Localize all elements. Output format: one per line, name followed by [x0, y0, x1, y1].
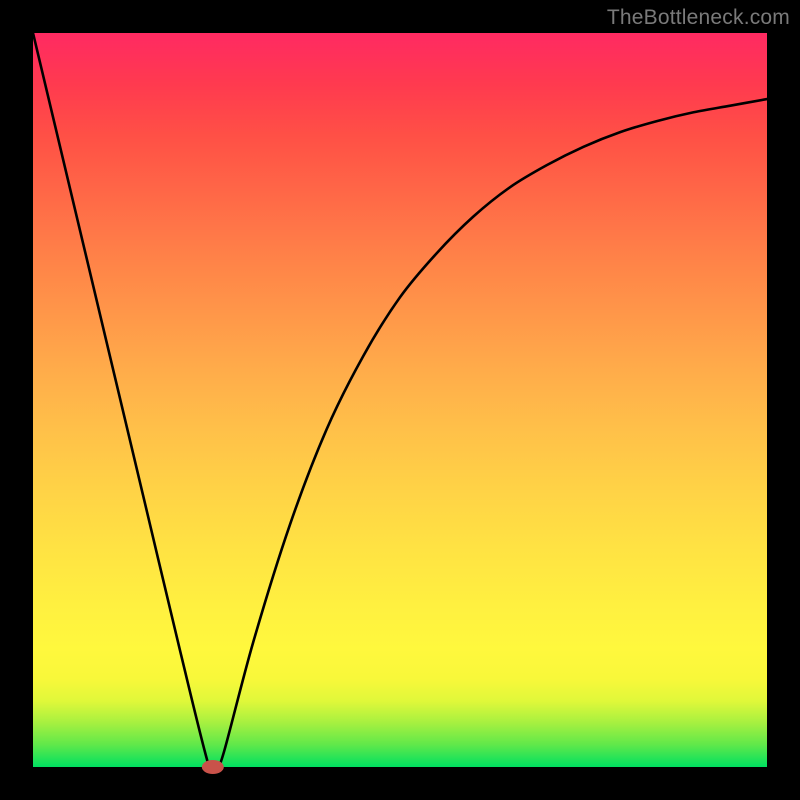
- curve-line: [33, 33, 767, 776]
- plot-area: [33, 33, 767, 767]
- chart-svg: [33, 33, 767, 767]
- chart-frame: TheBottleneck.com: [0, 0, 800, 800]
- attribution-text: TheBottleneck.com: [607, 6, 790, 30]
- min-point-marker: [202, 760, 224, 774]
